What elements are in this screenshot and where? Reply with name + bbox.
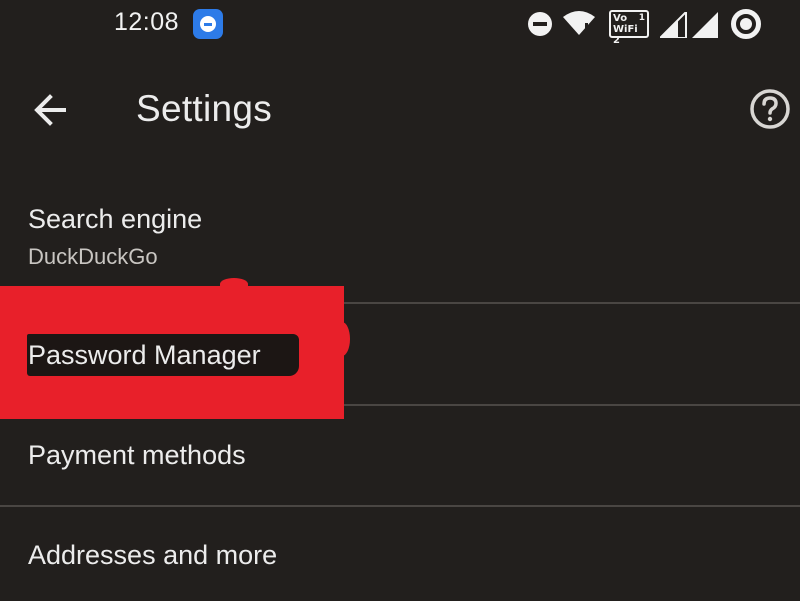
volte-text: Vo: [613, 13, 628, 24]
status-time: 12:08: [114, 8, 180, 36]
app-notification-icon: [193, 9, 223, 39]
help-circle-icon: [750, 89, 790, 129]
page-title: Settings: [136, 88, 273, 129]
android-screen: 12:08 Vo 1 WiFi 2 Settings Search engine…: [0, 0, 800, 601]
volte-wifi-text: WiFi 2: [613, 24, 638, 46]
arrow-back-icon: [34, 94, 66, 126]
setting-password-manager[interactable]: Password Manager: [0, 304, 800, 404]
signal-icon: [657, 9, 688, 43]
sim-badge: 1: [638, 13, 645, 23]
do-not-disturb-icon: [528, 12, 552, 36]
wifi-icon: [562, 10, 596, 41]
setting-label: Password Manager: [28, 340, 261, 370]
setting-label: Search engine: [28, 204, 203, 234]
setting-label: Payment methods: [28, 440, 246, 470]
setting-addresses[interactable]: Addresses and more: [0, 507, 800, 601]
setting-sublabel: DuckDuckGo: [28, 244, 158, 269]
back-button[interactable]: [30, 88, 74, 132]
volte-wifi-icon: Vo 1 WiFi 2: [609, 10, 649, 46]
setting-label: Addresses and more: [28, 540, 278, 570]
setting-payment-methods[interactable]: Payment methods: [0, 406, 800, 504]
data-saver-icon: [731, 9, 761, 39]
signal-icon: [692, 12, 720, 43]
status-bar: 12:08 Vo 1 WiFi 2: [0, 0, 800, 50]
help-button[interactable]: [749, 88, 791, 130]
